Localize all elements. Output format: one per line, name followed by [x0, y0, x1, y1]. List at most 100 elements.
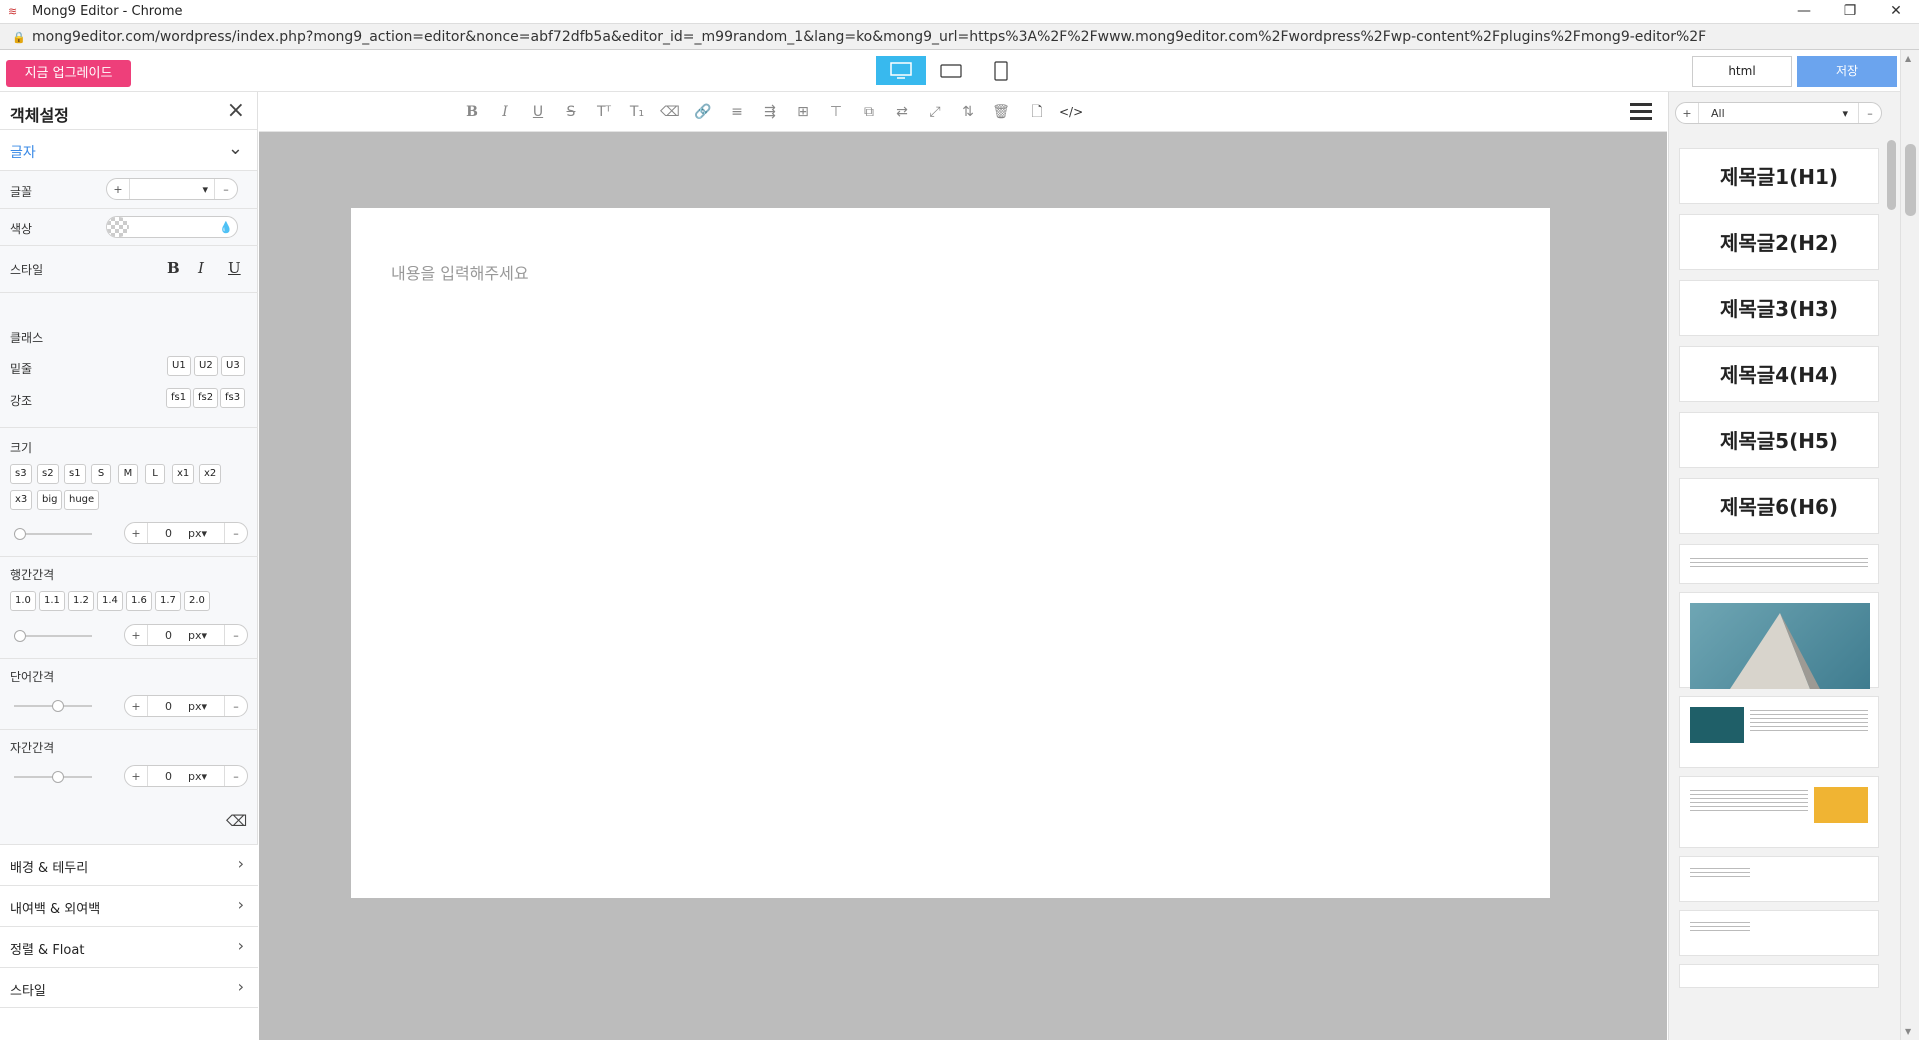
accordion-padding-margin[interactable]: 내여백 & 외여백 ›	[0, 885, 258, 926]
accordion-align-float[interactable]: 정렬 & Float ›	[0, 926, 258, 967]
size-slider[interactable]	[14, 528, 92, 540]
maximize-icon[interactable]: ❐	[1827, 0, 1873, 24]
underline-chip-u1[interactable]: U1	[167, 356, 191, 376]
eraser-icon[interactable]: ⌫	[226, 812, 247, 830]
eraser-icon[interactable]: ⌫	[659, 102, 681, 124]
size-chip[interactable]: big	[37, 490, 63, 510]
plus-icon[interactable]: +	[1676, 107, 1698, 120]
move-icon[interactable]: ⇅	[957, 102, 979, 124]
address-bar[interactable]: 🔒 mong9editor.com/wordpress/index.php?mo…	[0, 24, 1919, 50]
line-height-chip[interactable]: 1.4	[97, 591, 123, 611]
scroll-up-icon[interactable]: ▲	[1905, 54, 1911, 63]
close-window-icon[interactable]: ✕	[1873, 0, 1919, 24]
line-height-chip[interactable]: 1.0	[10, 591, 36, 611]
scroll-thumb[interactable]	[1887, 140, 1896, 210]
swap-icon[interactable]: ⇄	[891, 102, 913, 124]
indent-icon[interactable]: ⇶	[759, 102, 781, 124]
plus-icon[interactable]: +	[125, 527, 147, 540]
size-chip[interactable]: S	[91, 464, 111, 484]
slider-handle[interactable]	[52, 771, 64, 783]
text-section-header[interactable]: 글자 ⌄	[0, 130, 257, 171]
minus-icon[interactable]: –	[1859, 107, 1881, 120]
html-button[interactable]: html	[1692, 56, 1792, 87]
close-panel-icon[interactable]: ×	[227, 98, 245, 123]
letter-spacing-slider[interactable]	[14, 771, 92, 783]
template-paragraph[interactable]	[1679, 544, 1879, 584]
desktop-view-button[interactable]	[876, 56, 926, 85]
plus-icon[interactable]: +	[107, 183, 129, 196]
emphasis-chip-fs2[interactable]: fs2	[193, 388, 219, 408]
upgrade-button[interactable]: 지금 업그레이드	[6, 60, 131, 87]
line-height-chip[interactable]: 1.1	[39, 591, 65, 611]
tablet-view-button[interactable]	[926, 56, 976, 85]
minus-icon[interactable]: –	[215, 183, 237, 196]
editor-page[interactable]: 내용을 입력해주세요	[351, 208, 1550, 898]
line-height-chip[interactable]: 2.0	[184, 591, 210, 611]
italic-button[interactable]: I	[198, 259, 204, 277]
template-h1[interactable]: 제목글1(H1)	[1679, 148, 1879, 204]
minus-icon[interactable]: –	[225, 629, 247, 642]
underline-chip-u3[interactable]: U3	[221, 356, 245, 376]
insert-above-icon[interactable]: ⊤	[825, 102, 847, 124]
slider-handle[interactable]	[14, 528, 26, 540]
template-checklist[interactable]	[1679, 910, 1879, 956]
scroll-thumb[interactable]	[1905, 144, 1916, 216]
font-dropdown[interactable]: ▾	[129, 179, 215, 199]
line-height-slider[interactable]	[14, 630, 92, 642]
content-placeholder[interactable]: 내용을 입력해주세요	[391, 260, 529, 284]
template-list[interactable]	[1679, 856, 1879, 902]
size-chip[interactable]: s1	[64, 464, 86, 484]
italic-icon[interactable]: I	[494, 102, 516, 124]
accordion-background-border[interactable]: 배경 & 테두리 ›	[0, 844, 258, 885]
template-h2[interactable]: 제목글2(H2)	[1679, 214, 1879, 270]
code-icon[interactable]: </>	[1059, 102, 1083, 124]
plus-icon[interactable]: +	[125, 700, 147, 713]
letter-spacing-value[interactable]: 0 px ▾	[147, 766, 225, 786]
mobile-view-button[interactable]	[976, 56, 1026, 85]
template-image-left-text[interactable]	[1679, 696, 1879, 768]
template-h5[interactable]: 제목글5(H5)	[1679, 412, 1879, 468]
line-height-value[interactable]: 0 px ▾	[147, 625, 225, 645]
bold-icon[interactable]: B	[461, 102, 483, 124]
size-chip[interactable]: L	[145, 464, 165, 484]
size-chip[interactable]: s2	[37, 464, 59, 484]
document-icon[interactable]: 🗋	[1026, 102, 1048, 124]
template-text-image-right[interactable]	[1679, 776, 1879, 848]
plus-icon[interactable]: +	[125, 629, 147, 642]
line-height-chip[interactable]: 1.6	[126, 591, 152, 611]
template-more[interactable]	[1679, 964, 1879, 988]
line-height-chip[interactable]: 1.2	[68, 591, 94, 611]
word-spacing-slider[interactable]	[14, 700, 92, 712]
menu-icon[interactable]	[1630, 103, 1652, 121]
dropper-icon[interactable]: 💧	[215, 221, 237, 234]
save-button[interactable]: 저장	[1797, 56, 1897, 87]
page-scrollbar[interactable]: ▲ ▼	[1900, 50, 1919, 1040]
emphasis-chip-fs3[interactable]: fs3	[220, 388, 246, 408]
size-chip[interactable]: s3	[10, 464, 32, 484]
template-h4[interactable]: 제목글4(H4)	[1679, 346, 1879, 402]
underline-chip-u2[interactable]: U2	[194, 356, 218, 376]
size-chip[interactable]: x1	[172, 464, 195, 484]
fullscreen-icon[interactable]: ⤢	[924, 102, 946, 124]
underline-button[interactable]: U	[228, 259, 241, 277]
line-height-stepper[interactable]: + 0 px ▾ –	[124, 624, 248, 646]
minus-icon[interactable]: –	[225, 527, 247, 540]
accordion-style[interactable]: 스타일 ›	[0, 967, 258, 1008]
strikethrough-icon[interactable]: S	[560, 102, 582, 124]
size-stepper[interactable]: + 0 px ▾ –	[124, 522, 248, 544]
transparent-swatch[interactable]	[107, 217, 129, 237]
size-chip[interactable]: x3	[10, 490, 33, 510]
link-icon[interactable]: 🔗	[692, 102, 714, 124]
align-icon[interactable]: ≡	[726, 102, 748, 124]
size-value[interactable]: 0 px ▾	[147, 523, 225, 543]
font-select[interactable]: + ▾ –	[106, 178, 238, 200]
template-h3[interactable]: 제목글3(H3)	[1679, 280, 1879, 336]
scroll-down-icon[interactable]: ▼	[1905, 1027, 1911, 1036]
superscript-icon[interactable]: Tᵀ	[593, 102, 615, 124]
slider-handle[interactable]	[52, 700, 64, 712]
url-text[interactable]: mong9editor.com/wordpress/index.php?mong…	[32, 29, 1706, 45]
size-chip[interactable]: x2	[199, 464, 222, 484]
filter-select[interactable]: All ▾	[1698, 103, 1859, 123]
emphasis-chip-fs1[interactable]: fs1	[166, 388, 192, 408]
template-scrollbar[interactable]	[1887, 136, 1897, 1036]
